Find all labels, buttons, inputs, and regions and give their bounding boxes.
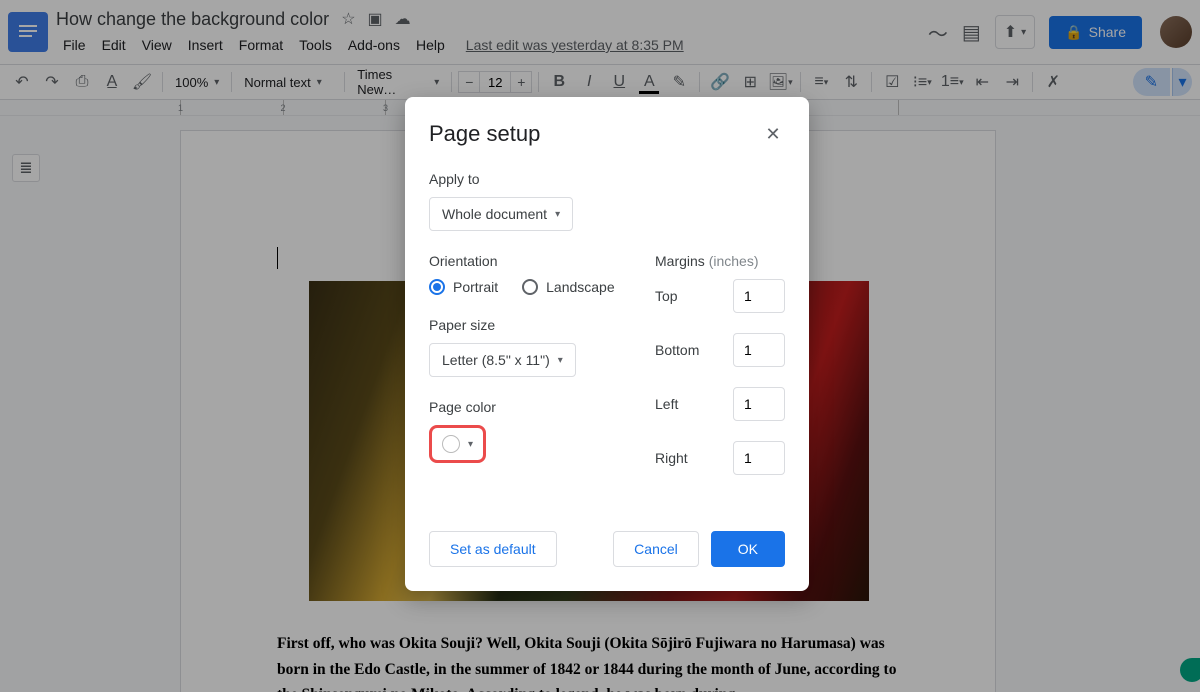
page-color-picker[interactable]: ▾: [429, 425, 486, 463]
margin-left-input[interactable]: [733, 387, 785, 421]
margin-top-label: Top: [655, 288, 678, 304]
margins-section: Margins (inches) Top Bottom Left Right: [655, 253, 785, 495]
margins-label: Margins (inches): [655, 253, 785, 269]
radio-unchecked-icon: [522, 279, 538, 295]
apply-to-select[interactable]: Whole document ▾: [429, 197, 573, 231]
cancel-button[interactable]: Cancel: [613, 531, 699, 567]
page-setup-dialog: Page setup ✕ Apply to Whole document ▾ O…: [405, 97, 809, 591]
chevron-down-icon: ▾: [468, 439, 473, 450]
chevron-down-icon: ▾: [558, 355, 563, 366]
margin-right-input[interactable]: [733, 441, 785, 475]
close-button[interactable]: ✕: [761, 122, 785, 146]
margin-bottom-input[interactable]: [733, 333, 785, 367]
radio-checked-icon: [429, 279, 445, 295]
paper-size-section: Paper size Letter (8.5" x 11") ▾: [429, 317, 631, 377]
set-default-button[interactable]: Set as default: [429, 531, 557, 567]
dialog-title: Page setup: [429, 121, 540, 147]
margin-top-input[interactable]: [733, 279, 785, 313]
margin-right-label: Right: [655, 450, 688, 466]
page-color-section: Page color ▾: [429, 399, 631, 463]
paper-size-select[interactable]: Letter (8.5" x 11") ▾: [429, 343, 576, 377]
ok-button[interactable]: OK: [711, 531, 785, 567]
page-color-label: Page color: [429, 399, 631, 415]
apply-to-section: Apply to Whole document ▾: [429, 171, 785, 231]
orientation-label: Orientation: [429, 253, 631, 269]
orientation-section: Orientation Portrait Landscape: [429, 253, 631, 295]
portrait-radio[interactable]: Portrait: [429, 279, 498, 295]
margin-left-label: Left: [655, 396, 678, 412]
landscape-radio[interactable]: Landscape: [522, 279, 615, 295]
chevron-down-icon: ▾: [555, 209, 560, 220]
paper-size-label: Paper size: [429, 317, 631, 333]
apply-to-label: Apply to: [429, 171, 785, 187]
color-swatch-icon: [442, 435, 460, 453]
margin-bottom-label: Bottom: [655, 342, 699, 358]
